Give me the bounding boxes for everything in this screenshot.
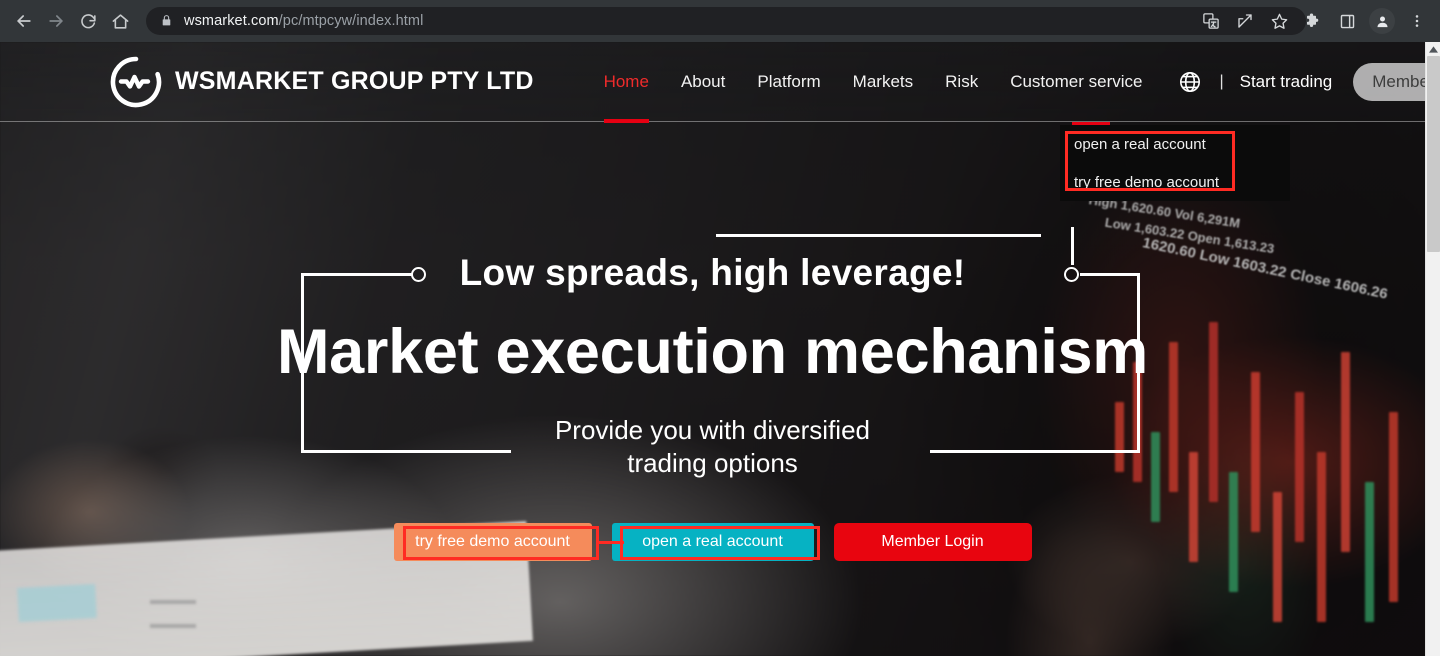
nav-item-markets[interactable]: Markets bbox=[837, 42, 929, 122]
wsmarket-circle-logo bbox=[110, 56, 162, 108]
url-path: /pc/mtpcyw/index.html bbox=[278, 13, 424, 29]
hero-subtitle-line-1: Provide you with diversified bbox=[554, 415, 871, 445]
hero-title: Market execution mechanism bbox=[276, 317, 1149, 387]
dropdown-item-open-a-real-account[interactable]: open a real account bbox=[1060, 125, 1290, 163]
brand[interactable]: WSMARKET GROUP PTY LTD bbox=[110, 56, 534, 108]
nav-item-platform[interactable]: Platform bbox=[741, 42, 836, 122]
nav-item-customer-service[interactable]: Customer service bbox=[994, 42, 1158, 122]
home-icon[interactable] bbox=[104, 5, 136, 37]
open-a-real-account-button[interactable]: open a real account bbox=[611, 523, 814, 561]
url-text: wsmarket.com/pc/mtpcyw/index.html bbox=[184, 13, 423, 29]
browser-toolbar: wsmarket.com/pc/mtpcyw/index.html bbox=[0, 0, 1440, 42]
url-host: wsmarket.com bbox=[184, 13, 279, 29]
hero-frame-top-rule bbox=[716, 234, 1041, 237]
start-trading-link[interactable]: Start trading bbox=[1240, 72, 1333, 92]
try-free-demo-account-button[interactable]: try free demo account bbox=[393, 523, 592, 561]
main-nav: Home About Platform Markets Risk Custome… bbox=[588, 42, 1159, 123]
page-scrollbar[interactable] bbox=[1425, 42, 1440, 656]
hero-eyebrow: Low spreads, high leverage! bbox=[459, 252, 966, 293]
star-icon[interactable] bbox=[1262, 5, 1296, 37]
three-dot-menu-icon[interactable] bbox=[1400, 5, 1434, 37]
browser-action-icons bbox=[1194, 0, 1440, 42]
side-panel-icon[interactable] bbox=[1330, 5, 1364, 37]
puzzle-icon[interactable] bbox=[1296, 5, 1330, 37]
nav-item-about[interactable]: About bbox=[665, 42, 741, 122]
nav-item-risk[interactable]: Risk bbox=[929, 42, 994, 122]
dropdown-tab-marker bbox=[1072, 122, 1110, 125]
scrollbar-thumb[interactable] bbox=[1427, 56, 1440, 252]
forward-arrow-icon[interactable] bbox=[40, 5, 72, 37]
profile-avatar-icon[interactable] bbox=[1369, 8, 1395, 34]
brand-name: WSMARKET GROUP PTY LTD bbox=[175, 67, 534, 95]
page-viewport: High 1,620.60 Vol 6,291M Low 1,603.22 Op… bbox=[0, 42, 1425, 656]
nav-item-home[interactable]: Home bbox=[588, 42, 665, 123]
annotation-connector bbox=[596, 541, 624, 544]
dropdown-item-try-free-demo-account[interactable]: try free demo account bbox=[1060, 163, 1290, 201]
globe-language-icon[interactable] bbox=[1178, 70, 1202, 94]
address-bar[interactable]: wsmarket.com/pc/mtpcyw/index.html bbox=[146, 7, 1306, 35]
back-arrow-icon[interactable] bbox=[8, 5, 40, 37]
header-member-login-button[interactable]: Member Login bbox=[1353, 62, 1425, 101]
member-login-button[interactable]: Member Login bbox=[833, 523, 1032, 561]
header-right: | Start trading Member Login bbox=[1178, 62, 1425, 101]
header-divider: | bbox=[1219, 72, 1224, 90]
hero-subtitle: Provide you with diversified trading opt… bbox=[0, 414, 1425, 481]
site-header: WSMARKET GROUP PTY LTD Home About Platfo… bbox=[0, 42, 1425, 123]
share-icon[interactable] bbox=[1228, 5, 1262, 37]
hero-copy: Low spreads, high leverage! Market execu… bbox=[0, 252, 1425, 481]
reload-icon[interactable] bbox=[72, 5, 104, 37]
hero-subtitle-line-2: trading options bbox=[627, 448, 798, 479]
hero-cta-row: try free demo account open a real accoun… bbox=[0, 523, 1425, 561]
lock-icon bbox=[160, 14, 174, 28]
start-trading-dropdown: open a real account try free demo accoun… bbox=[1060, 122, 1290, 201]
scroll-up-arrow-icon[interactable] bbox=[1426, 42, 1440, 56]
translate-icon[interactable] bbox=[1194, 5, 1228, 37]
